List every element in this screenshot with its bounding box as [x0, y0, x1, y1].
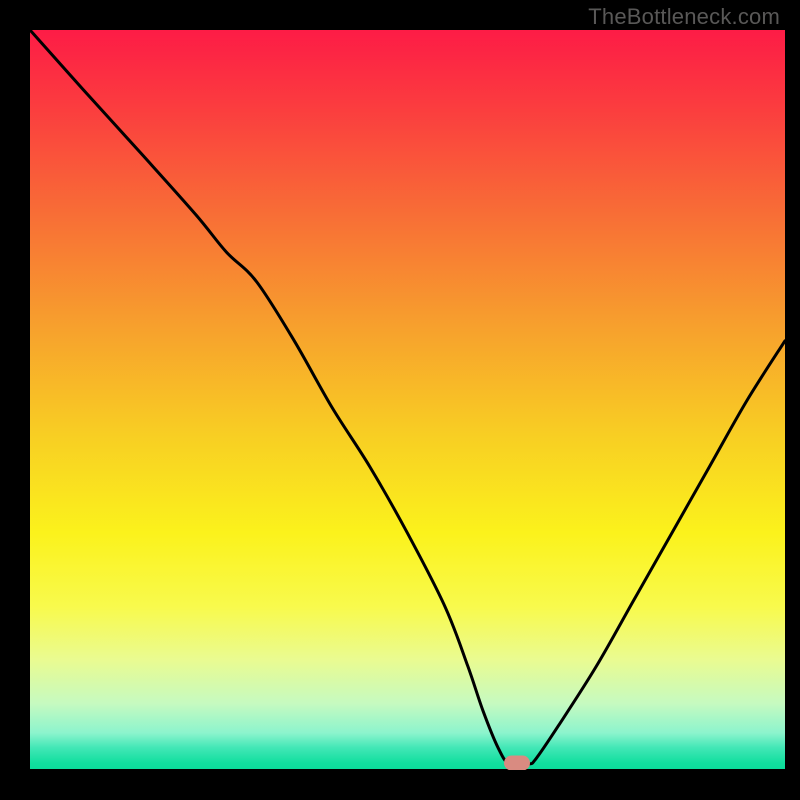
watermark-text: TheBottleneck.com — [588, 4, 780, 30]
bottleneck-curve — [30, 30, 785, 770]
plot-area — [30, 30, 785, 770]
bottleneck-path — [30, 30, 785, 766]
minimum-marker — [504, 756, 530, 770]
chart-frame: TheBottleneck.com — [0, 0, 800, 800]
